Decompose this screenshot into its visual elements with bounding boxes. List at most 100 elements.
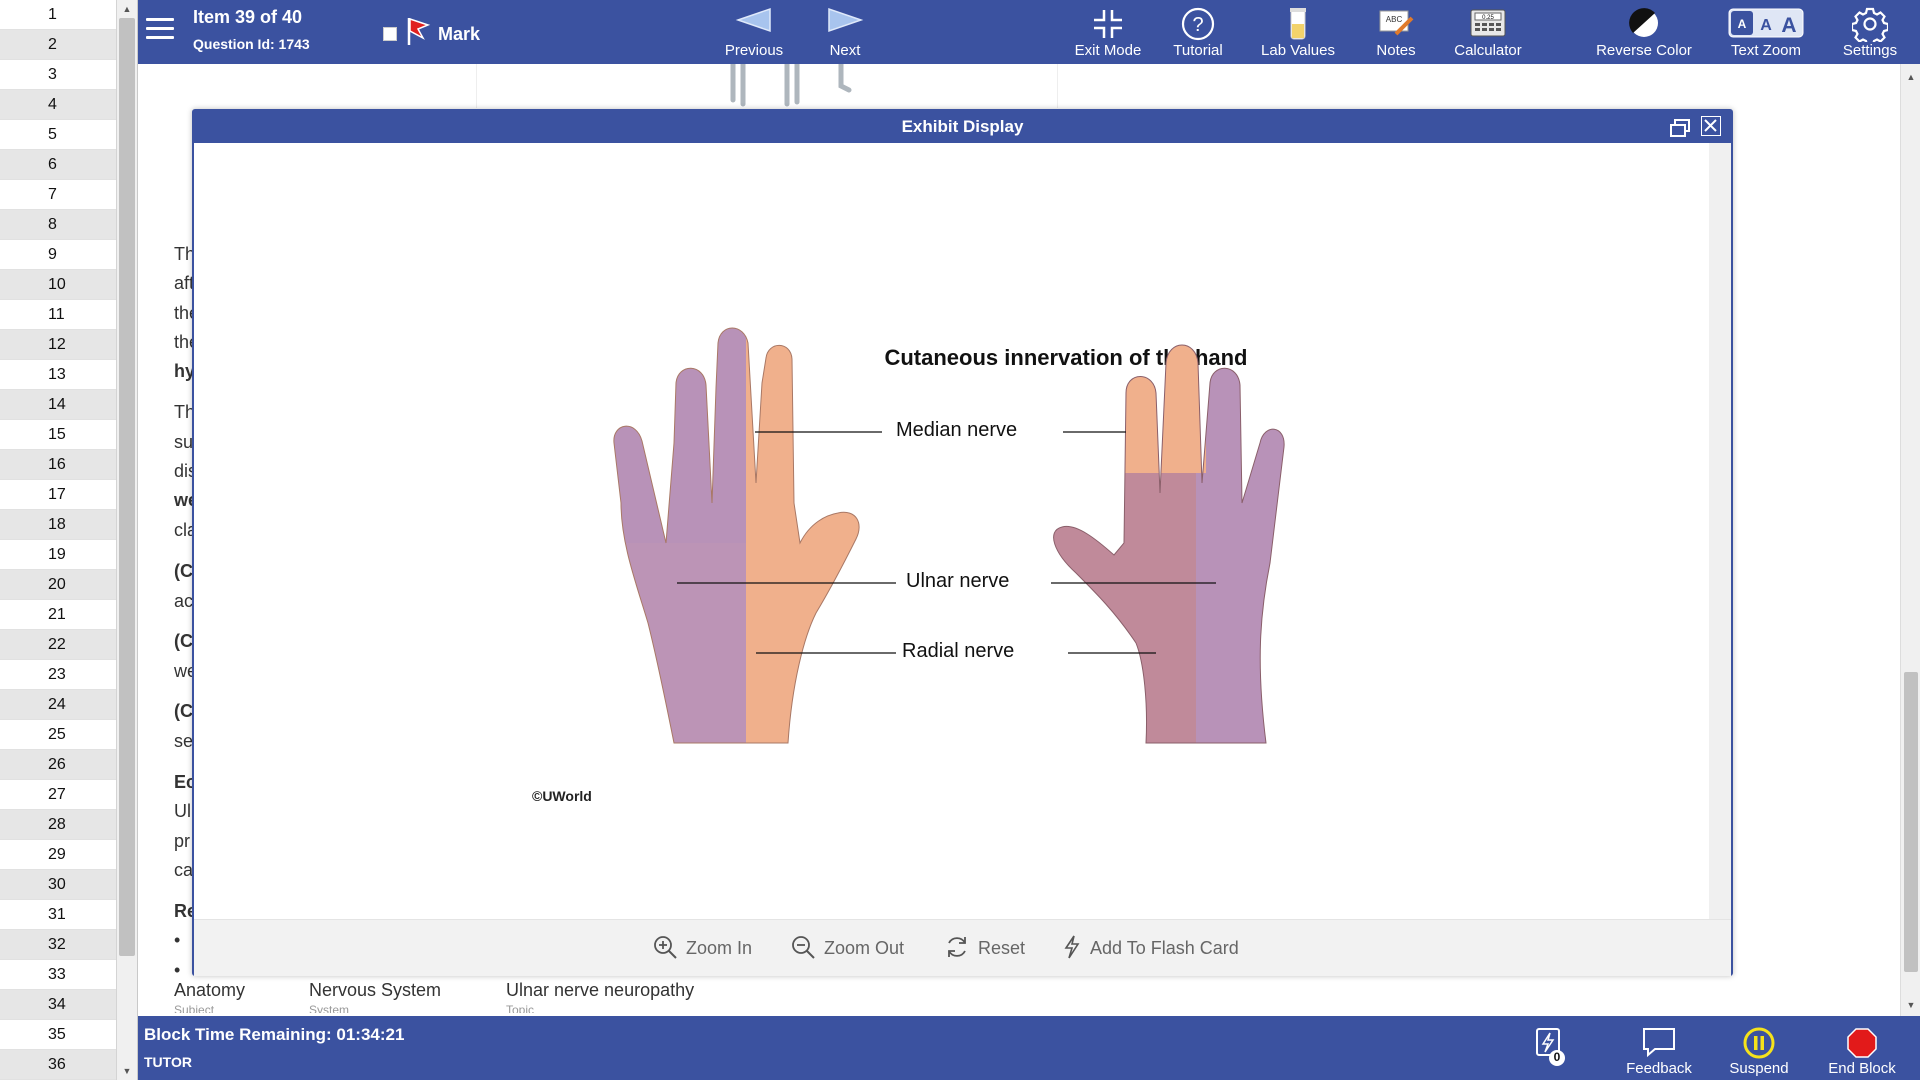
- question-number-item[interactable]: 26: [0, 750, 116, 780]
- reverse-color-button[interactable]: Reverse Color: [1582, 0, 1706, 64]
- question-number-item[interactable]: 34: [0, 990, 116, 1020]
- question-number-item[interactable]: 25: [0, 720, 116, 750]
- question-number-item[interactable]: 12: [0, 330, 116, 360]
- question-number-item[interactable]: 29: [0, 840, 116, 870]
- scroll-down-arrow-icon[interactable]: ▼: [117, 1062, 137, 1080]
- question-number-item[interactable]: 32: [0, 930, 116, 960]
- question-number-item[interactable]: 17: [0, 480, 116, 510]
- main-scroll-down-icon[interactable]: ▼: [1901, 996, 1920, 1014]
- menu-icon[interactable]: [146, 18, 174, 42]
- question-number-item[interactable]: 15: [0, 420, 116, 450]
- bottom-toolbar: Block Time Remaining: 01:34:21 TUTOR 0 F…: [138, 1016, 1920, 1080]
- svg-text:ABC: ABC: [1386, 15, 1403, 24]
- question-number-item[interactable]: 16: [0, 450, 116, 480]
- main-scroll-up-icon[interactable]: ▲: [1901, 68, 1920, 86]
- zoom-out-button[interactable]: Zoom Out: [790, 920, 904, 977]
- previous-label: Previous: [724, 42, 784, 59]
- calculator-icon: 0.25: [1470, 9, 1506, 37]
- arrow-right-icon: [828, 7, 864, 33]
- skeleton-legs-image: [730, 61, 852, 107]
- question-number-item[interactable]: 20: [0, 570, 116, 600]
- subject-caption: Subject: [174, 1003, 215, 1013]
- palm-view-hand: [613, 328, 860, 743]
- settings-label: Settings: [1842, 42, 1898, 59]
- exhibit-body: Cutaneous innervation of the hand Median…: [196, 143, 1709, 919]
- flash-card-button[interactable]: 0: [1518, 1016, 1578, 1080]
- question-number-item[interactable]: 33: [0, 960, 116, 990]
- text-zoom-button[interactable]: AAA Text Zoom: [1716, 0, 1816, 64]
- question-number-item[interactable]: 8: [0, 210, 116, 240]
- question-number-item[interactable]: 36: [0, 1050, 116, 1080]
- previous-button[interactable]: Previous: [704, 0, 804, 64]
- explanation-text-fragment: •: [174, 930, 181, 950]
- settings-button[interactable]: Settings: [1828, 0, 1912, 64]
- subject-value: Anatomy: [174, 980, 246, 1000]
- explanation-text-fragment: su: [174, 432, 194, 452]
- question-navigator: 1 2 3 4 5 6 7 8 9 10 11 12 13 14 15 16 17 18 19 20 21 22 23 24 2…: [0, 0, 138, 1080]
- main-scrollbar[interactable]: ▲ ▼: [1900, 64, 1920, 1016]
- question-number-item[interactable]: 5: [0, 120, 116, 150]
- exit-mode-button[interactable]: Exit Mode: [1066, 0, 1150, 64]
- suspend-button[interactable]: Suspend: [1714, 1016, 1804, 1080]
- question-number-item[interactable]: 18: [0, 510, 116, 540]
- contrast-icon: [1629, 8, 1658, 37]
- radial-nerve-label: Radial nerve: [902, 640, 1015, 662]
- pause-circle-icon: [1743, 1027, 1775, 1059]
- question-number-item[interactable]: 31: [0, 900, 116, 930]
- copyright-label: ©UWorld: [532, 788, 592, 804]
- mode-label: TUTOR: [144, 1054, 192, 1070]
- scroll-up-arrow-icon[interactable]: ▲: [117, 0, 137, 18]
- question-number-item[interactable]: 6: [0, 150, 116, 180]
- question-number-item[interactable]: 24: [0, 690, 116, 720]
- question-number-item[interactable]: 28: [0, 810, 116, 840]
- question-number-item[interactable]: 14: [0, 390, 116, 420]
- question-number-item[interactable]: 3: [0, 60, 116, 90]
- question-number-item[interactable]: 22: [0, 630, 116, 660]
- exhibit-footer: Zoom In Zoom Out Reset Add To Flash Card: [194, 919, 1731, 976]
- median-nerve-label: Median nerve: [896, 419, 1018, 441]
- question-number-item[interactable]: 10: [0, 270, 116, 300]
- mark-checkbox[interactable]: [383, 27, 397, 41]
- lab-values-button[interactable]: Lab Values: [1248, 0, 1348, 64]
- question-number-list: 1 2 3 4 5 6 7 8 9 10 11 12 13 14 15 16 17 18 19 20 21 22 23 24 2…: [0, 0, 116, 1080]
- scrollbar-thumb[interactable]: [119, 18, 135, 956]
- next-button[interactable]: Next: [805, 0, 885, 64]
- question-number-item[interactable]: 19: [0, 540, 116, 570]
- close-icon[interactable]: [1701, 116, 1721, 136]
- question-list-scrollbar[interactable]: ▲ ▼: [116, 0, 137, 1080]
- main-scrollbar-thumb[interactable]: [1904, 672, 1918, 972]
- question-number-item[interactable]: 23: [0, 660, 116, 690]
- arrow-left-icon: [735, 7, 771, 33]
- stop-octagon-icon: [1847, 1028, 1877, 1058]
- calculator-button[interactable]: 0.25 Calculator: [1438, 0, 1538, 64]
- add-to-flash-card-button[interactable]: Add To Flash Card: [1062, 920, 1239, 977]
- question-number-item[interactable]: 35: [0, 1020, 116, 1050]
- question-number-item[interactable]: 7: [0, 180, 116, 210]
- end-block-button[interactable]: End Block: [1814, 1016, 1910, 1080]
- zoom-in-button[interactable]: Zoom In: [652, 920, 752, 977]
- question-number-item[interactable]: 1: [0, 0, 116, 30]
- question-id: Question Id: 1743: [193, 36, 310, 52]
- explanation-text-fragment: Ul: [174, 801, 191, 821]
- svg-text:A: A: [1760, 17, 1772, 34]
- question-number-item[interactable]: 9: [0, 240, 116, 270]
- notes-button[interactable]: ABC Notes: [1364, 0, 1428, 64]
- question-number-item[interactable]: 4: [0, 90, 116, 120]
- restore-window-icon[interactable]: [1669, 117, 1691, 137]
- reset-button[interactable]: Reset: [944, 920, 1025, 977]
- question-number-item[interactable]: 27: [0, 780, 116, 810]
- feedback-button[interactable]: Feedback: [1614, 1016, 1704, 1080]
- exhibit-scrollbar[interactable]: [1709, 143, 1731, 919]
- calculator-label: Calculator: [1454, 42, 1522, 59]
- question-number-item[interactable]: 30: [0, 870, 116, 900]
- question-number-item[interactable]: 21: [0, 600, 116, 630]
- tutorial-button[interactable]: ? Tutorial: [1158, 0, 1238, 64]
- help-circle-icon: ?: [1181, 7, 1215, 41]
- question-number-item[interactable]: 13: [0, 360, 116, 390]
- top-toolbar: Item 39 of 40 Question Id: 1743 Mark Pre…: [138, 0, 1920, 64]
- question-number-item[interactable]: 2: [0, 30, 116, 60]
- question-number-item[interactable]: 11: [0, 300, 116, 330]
- topic-value: Ulnar nerve neuropathy: [506, 980, 695, 1000]
- lab-values-label: Lab Values: [1261, 42, 1335, 59]
- exit-mode-label: Exit Mode: [1074, 42, 1142, 59]
